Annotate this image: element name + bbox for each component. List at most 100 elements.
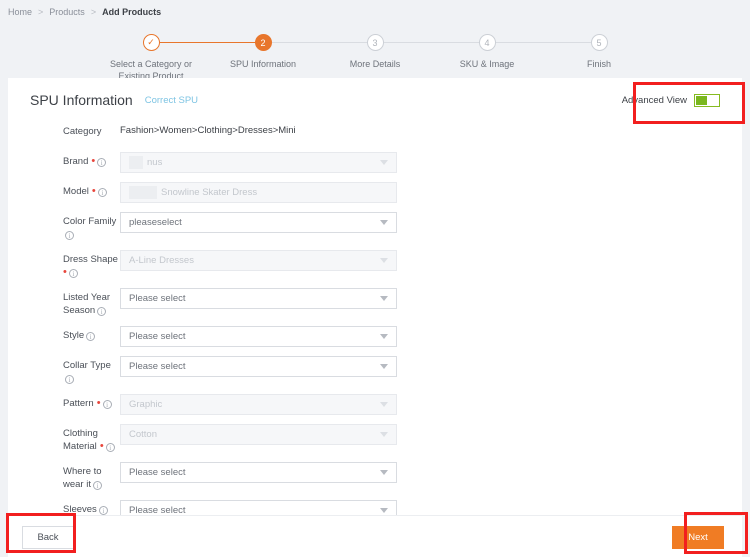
required-marker: • (93, 397, 101, 409)
field-control-model: Snowline Skater Dress (120, 182, 397, 203)
label-text: Clothing Material (63, 428, 98, 452)
field-value: Snowline Skater Dress (161, 187, 258, 198)
field-label-collar-type: Collar Type i (8, 356, 120, 385)
required-marker: • (63, 266, 67, 278)
wizard-footer: Back Next (8, 515, 742, 557)
field-value: Graphic (129, 399, 163, 410)
select-pattern: Graphic (120, 394, 397, 415)
label-text: Style (63, 330, 85, 341)
select-collar-type[interactable]: Please select (120, 356, 397, 377)
field-value: Please select (129, 293, 186, 304)
step-number-badge: 5 (590, 34, 608, 51)
label-text: Color Family (63, 216, 117, 227)
info-icon[interactable]: i (86, 332, 96, 341)
info-icon[interactable]: i (97, 188, 107, 197)
field-label-brand: Brand • i (8, 152, 120, 168)
label-text: Model (63, 186, 89, 197)
label-text: Sleeves (63, 504, 97, 515)
back-button[interactable]: Back (22, 526, 74, 549)
form-row-brand: Brand • i nus (8, 152, 742, 173)
select-listed-year-season[interactable]: Please select (120, 288, 397, 309)
step-connector (263, 42, 375, 43)
advanced-view-toggle[interactable] (694, 94, 720, 107)
form-row-where-to-wear-it: Where to wear it i Please select (8, 462, 742, 491)
select-style[interactable]: Please select (120, 326, 397, 347)
field-label-where-to-wear-it: Where to wear it i (8, 462, 120, 491)
chevron-down-icon[interactable] (380, 470, 388, 475)
masked-prefix-block (129, 186, 157, 199)
breadcrumb-item-add-products: Add Products (102, 7, 162, 17)
chevron-down-icon (380, 432, 388, 437)
info-icon[interactable]: i (102, 400, 112, 409)
info-icon[interactable]: i (105, 443, 115, 452)
select-dress-shape: A-Line Dresses (120, 250, 397, 271)
required-marker: • (96, 440, 104, 452)
spu-form: Category Fashion>Women>Clothing>Dresses>M… (8, 108, 742, 551)
label-text: Pattern (63, 398, 94, 409)
next-button[interactable]: Next (672, 526, 724, 549)
breadcrumb-separator: > (90, 7, 97, 17)
step-number-badge: 4 (478, 34, 496, 51)
field-label-clothing-material: Clothing Material • i (8, 424, 120, 453)
step-connector (151, 42, 263, 43)
form-row-listed-year-season: Listed Year Season i Please select (8, 288, 742, 317)
field-control-pattern: Graphic (120, 394, 397, 415)
form-row-collar-type: Collar Type i Please select (8, 356, 742, 385)
form-row-model: Model • i Snowline Skater Dress (8, 182, 742, 203)
field-control-dress-shape: A-Line Dresses (120, 250, 397, 271)
field-label-dress-shape: Dress Shape • i (8, 250, 120, 279)
chevron-down-icon (380, 402, 388, 407)
chevron-down-icon (380, 258, 388, 263)
static-value-category: Fashion>Women>Clothing>Dresses>Mini (120, 125, 296, 136)
chevron-down-icon (380, 160, 388, 165)
select-where-to-wear-it[interactable]: Please select (120, 462, 397, 483)
field-label-color-family: Color Family i (8, 212, 120, 241)
info-icon[interactable]: i (92, 481, 102, 490)
advanced-view-label: Advanced View (621, 95, 687, 106)
step-label: SKU & Image (459, 59, 515, 69)
form-row-clothing-material: Clothing Material • i Cotton (8, 424, 742, 453)
field-value: nus (147, 157, 163, 168)
advanced-view-control[interactable]: Advanced View (622, 94, 720, 107)
info-icon[interactable]: i (97, 307, 107, 316)
required-marker: • (88, 155, 96, 167)
field-label-category: Category (8, 122, 120, 138)
field-value: pleaseselect (129, 217, 182, 228)
chevron-down-icon[interactable] (380, 508, 388, 513)
field-label-listed-year-season: Listed Year Season i (8, 288, 120, 317)
toggle-knob (696, 96, 707, 105)
chevron-down-icon[interactable] (380, 364, 388, 369)
form-row-color-family: Color Family i pleaseselect (8, 212, 742, 241)
page-root: Home > Products > Add Products ✓ Select a Cat… (0, 0, 750, 557)
chevron-down-icon[interactable] (380, 220, 388, 225)
chevron-down-icon[interactable] (380, 296, 388, 301)
correct-spu-link[interactable]: Correct SPU (145, 95, 198, 106)
label-text: Collar Type (63, 360, 111, 371)
chevron-down-icon[interactable] (380, 334, 388, 339)
info-icon[interactable]: i (98, 506, 108, 515)
field-value: Please select (129, 467, 186, 478)
step-label: Finish (586, 59, 611, 69)
info-icon[interactable]: i (97, 158, 107, 167)
breadcrumb-item-home[interactable]: Home (8, 7, 32, 17)
field-control-style: Please select (120, 326, 397, 347)
field-label-model: Model • i (8, 182, 120, 198)
select-clothing-material: Cotton (120, 424, 397, 445)
step-label: SPU Information (229, 59, 297, 69)
field-control-category: Fashion>Women>Clothing>Dresses>Mini (120, 122, 397, 136)
info-icon[interactable]: i (65, 375, 74, 384)
breadcrumb-separator: > (38, 7, 44, 17)
field-value: Please select (129, 331, 186, 342)
wizard-step-1[interactable]: ✓ Select a Category or Existing Product (95, 34, 263, 82)
field-value: Cotton (129, 429, 157, 440)
breadcrumb-item-products[interactable]: Products (49, 7, 85, 17)
form-row-dress-shape: Dress Shape • i A-Line Dresses (8, 250, 742, 279)
step-connector (375, 42, 487, 43)
select-color-family[interactable]: pleaseselect (120, 212, 397, 233)
info-icon[interactable]: i (65, 231, 74, 240)
field-value: Please select (129, 361, 186, 372)
info-icon[interactable]: i (68, 269, 78, 278)
field-value: A-Line Dresses (129, 255, 194, 266)
field-control-where-to-wear-it: Please select (120, 462, 397, 483)
step-label: More Details (349, 59, 401, 69)
